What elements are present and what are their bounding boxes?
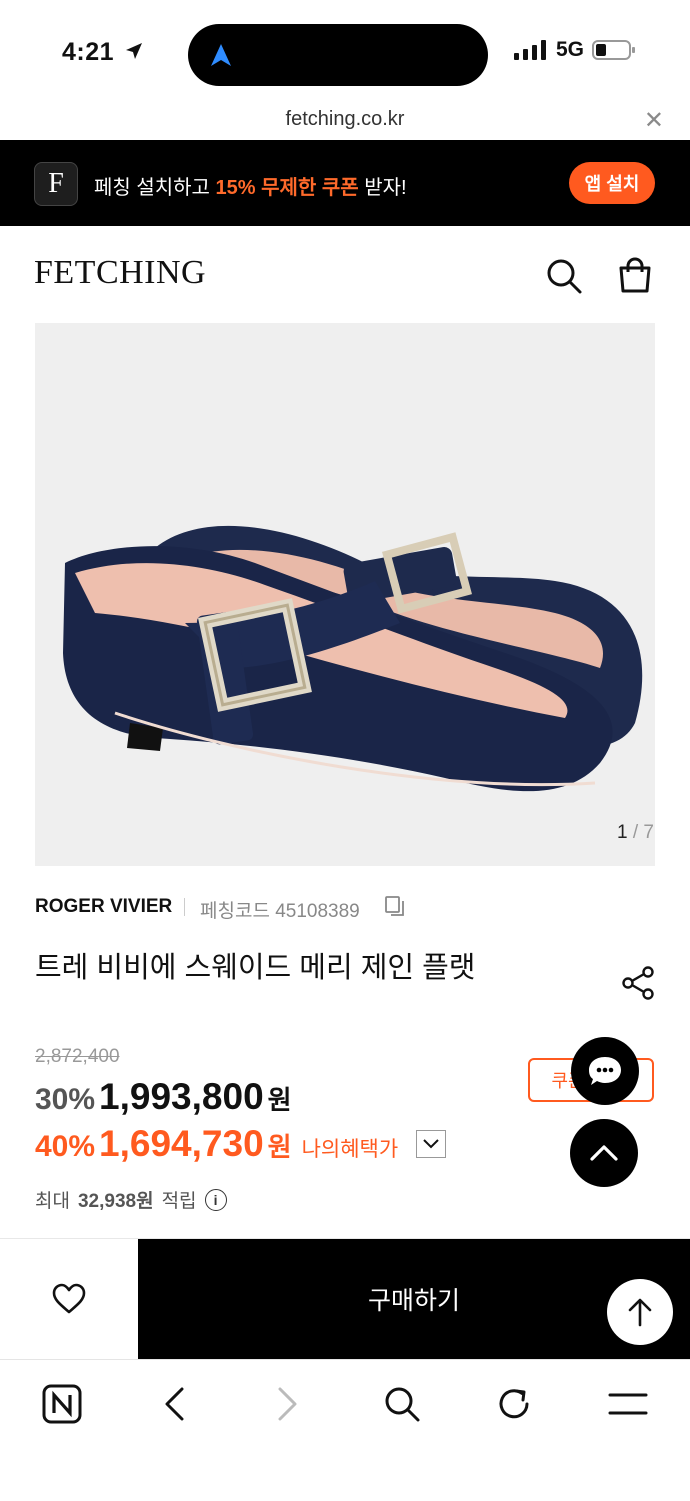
product-image[interactable] xyxy=(35,323,655,866)
site-logo[interactable]: FETCHING xyxy=(34,254,206,292)
divider xyxy=(184,898,185,916)
points-info: 최대 32,938원 적립 i xyxy=(35,1186,227,1213)
buy-button[interactable]: 구매하기 xyxy=(138,1239,690,1359)
search-button[interactable] xyxy=(544,256,584,296)
naver-n-icon xyxy=(42,1384,82,1424)
promo-text-after: 받자! xyxy=(358,177,407,199)
promo-text: 페칭 설치하고 15% 무제한 쿠폰 받자! xyxy=(94,171,407,200)
heart-icon xyxy=(52,1283,86,1314)
points-value: 32,938원 xyxy=(77,1191,154,1212)
wishlist-button[interactable] xyxy=(0,1239,138,1359)
cart-button[interactable] xyxy=(615,256,655,296)
app-logo: F xyxy=(34,162,78,206)
original-price: 2,872,400 xyxy=(35,1046,120,1067)
promo-banner[interactable]: F 페칭 설치하고 15% 무제한 쿠폰 받자! 앱 설치 xyxy=(0,140,690,226)
status-time: 4:21 xyxy=(62,38,144,67)
product-title: 트레 비비에 스웨이드 메리 제인 플랫 xyxy=(35,952,476,984)
search-icon xyxy=(547,259,582,294)
chevron-right-icon xyxy=(278,1387,297,1421)
naver-home-button[interactable] xyxy=(40,1382,84,1426)
battery-icon xyxy=(592,40,635,60)
location-arrow-icon xyxy=(125,43,142,59)
share-icon[interactable] xyxy=(620,965,656,1001)
benefit-price: 1,694,730 xyxy=(99,1123,264,1164)
info-icon[interactable]: i xyxy=(204,1188,227,1211)
reload-icon xyxy=(499,1389,529,1419)
chat-button[interactable] xyxy=(571,1037,639,1105)
search-icon xyxy=(385,1387,420,1422)
points-suffix: 적립 xyxy=(161,1191,197,1212)
sale-price: 1,993,800 xyxy=(99,1076,264,1117)
dynamic-island xyxy=(188,24,488,86)
chat-bubble-icon xyxy=(589,1057,621,1085)
sale-price-row: 30% 1,993,800 원 xyxy=(35,1076,292,1118)
status-indicators: 5G xyxy=(513,38,636,62)
reload-button[interactable] xyxy=(492,1382,536,1426)
scroll-to-top-button[interactable] xyxy=(607,1279,673,1345)
brand-name[interactable]: ROGER VIVIER xyxy=(35,896,172,918)
shopping-bag-icon xyxy=(619,257,651,293)
benefit-currency: 원 xyxy=(267,1132,292,1162)
signal-icon xyxy=(513,40,546,60)
benefit-price-row: 40% 1,694,730 원 나의혜택가 xyxy=(35,1123,398,1165)
sale-currency: 원 xyxy=(267,1085,292,1115)
image-counter-current: 1 xyxy=(617,822,628,843)
forward-button[interactable] xyxy=(266,1382,310,1426)
image-counter: 1 / 7 xyxy=(617,822,654,843)
install-app-button[interactable]: 앱 설치 xyxy=(569,162,655,204)
benefit-label: 나의혜택가 xyxy=(301,1138,399,1161)
navigation-arrow-icon xyxy=(211,44,231,66)
image-counter-total: 7 xyxy=(643,822,654,843)
back-button[interactable] xyxy=(152,1382,196,1426)
sale-percent: 30% xyxy=(35,1083,96,1116)
promo-highlight: 15% 무제한 쿠폰 xyxy=(215,177,359,199)
benefit-percent: 40% xyxy=(35,1130,96,1163)
arrow-up-icon xyxy=(628,1298,652,1327)
chevron-left-icon xyxy=(165,1387,184,1421)
shoe-illustration xyxy=(63,525,643,792)
points-prefix: 최대 xyxy=(35,1191,70,1212)
promo-text-before: 페칭 설치하고 xyxy=(94,177,216,199)
time-text: 4:21 xyxy=(62,38,115,66)
chevron-up-icon xyxy=(590,1145,618,1161)
close-icon[interactable]: ✕ xyxy=(644,106,664,135)
scroll-up-button[interactable] xyxy=(570,1119,638,1187)
copy-icon[interactable] xyxy=(384,895,406,917)
hamburger-menu-icon xyxy=(608,1393,648,1415)
browser-search-button[interactable] xyxy=(380,1382,424,1426)
product-code: 페칭코드 45108389 xyxy=(200,901,360,922)
network-label: 5G xyxy=(555,38,584,61)
url-label[interactable]: fetching.co.kr xyxy=(0,108,690,131)
browser-toolbar xyxy=(0,1359,690,1501)
menu-button[interactable] xyxy=(606,1382,650,1426)
chevron-down-icon xyxy=(423,1139,439,1149)
benefit-expand-button[interactable] xyxy=(416,1130,446,1158)
